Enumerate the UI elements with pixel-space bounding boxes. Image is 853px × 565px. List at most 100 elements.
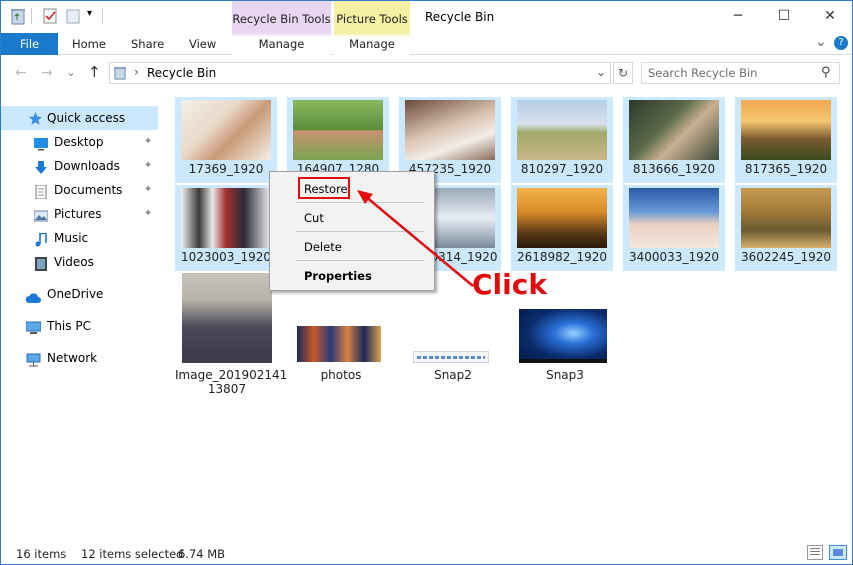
search-input[interactable]: Search Recycle Bin ⚲ [641, 62, 840, 84]
refresh-button[interactable]: ↻ [613, 62, 633, 84]
file-name: photos [320, 368, 362, 382]
breadcrumb-recycle-bin[interactable]: Recycle Bin [147, 66, 216, 80]
pictures-icon [33, 207, 49, 222]
nav-videos[interactable]: Videos [1, 250, 158, 274]
file-name: Snap3 [546, 368, 584, 382]
pin-icon: ✦ [144, 184, 153, 195]
tab-manage-recycle[interactable]: Manage [232, 33, 331, 55]
nav-label: Music [54, 231, 89, 245]
title-bar: ▾ Recycle Bin Tools Picture Tools Recycl… [1, 1, 852, 33]
click-annotation-label: Click [472, 268, 547, 301]
ribbon-tabs: File Home Share View Manage Manage ⌄ ? [1, 33, 852, 55]
selected-size: 6.74 MB [178, 547, 226, 561]
file-name: Snap2 [434, 368, 472, 382]
back-button[interactable]: ← [15, 65, 27, 81]
explorer-window: ▾ Recycle Bin Tools Picture Tools Recycl… [0, 0, 853, 565]
videos-icon [34, 255, 48, 271]
nav-onedrive[interactable]: OneDrive [1, 282, 158, 306]
nav-documents[interactable]: Documents ✦ [1, 178, 158, 202]
file-name: 3602245_1920 [741, 250, 831, 264]
download-icon [34, 159, 48, 174]
forward-button[interactable]: → [41, 65, 53, 81]
photo-thumbnail [293, 100, 383, 160]
navigation-pane: Quick access Desktop ✦ Downloads ✦ Docum… [1, 93, 161, 539]
nav-label: Quick access [47, 111, 126, 125]
cloud-icon [25, 288, 41, 303]
up-button[interactable]: ↑ [88, 63, 101, 81]
nav-music[interactable]: Music [1, 226, 158, 250]
maximize-button[interactable]: ☐ [761, 1, 807, 31]
file-name: 1023003_1920 [181, 250, 271, 264]
annotation-arrow [357, 190, 474, 287]
tab-home[interactable]: Home [72, 37, 106, 51]
file-tile-3602245[interactable]: 3602245_1920 [735, 185, 837, 271]
photo-thumbnail [181, 100, 271, 160]
nav-downloads[interactable]: Downloads ✦ [1, 154, 158, 178]
file-tile-17369[interactable]: 17369_1920 [175, 97, 277, 183]
file-tile-817365[interactable]: 817365_1920 [735, 97, 837, 183]
tab-manage-picture[interactable]: Manage [334, 33, 410, 55]
recycle-bin-tools-tab: Recycle Bin Tools [232, 1, 331, 33]
close-button[interactable]: ✕ [807, 1, 852, 31]
file-tile-810297[interactable]: 810297_1920 [511, 97, 613, 183]
photo-thumbnail [297, 326, 381, 362]
breadcrumb-separator: › [134, 65, 139, 79]
qat-dropdown-icon[interactable]: ▾ [87, 8, 92, 19]
file-name-line2: 13807 [207, 382, 247, 396]
collapse-ribbon-icon[interactable]: ⌄ [815, 34, 827, 50]
photo-thumbnail [629, 100, 719, 160]
recycle-bin-small-icon [113, 65, 127, 80]
file-name-line1: Image_201902141 [175, 368, 288, 382]
file-name: 17369_1920 [188, 162, 264, 176]
selected-count: 12 items selected [81, 547, 184, 561]
search-icon: ⚲ [821, 65, 831, 80]
nav-network[interactable]: Network [1, 346, 158, 370]
star-icon [28, 110, 42, 125]
address-bar[interactable]: › Recycle Bin ⌄ [109, 62, 611, 84]
file-name: 2618982_1920 [517, 250, 607, 264]
menu-item-delete[interactable]: Delete [304, 240, 342, 254]
new-folder-icon[interactable] [65, 7, 81, 25]
file-tile-1023003[interactable]: 1023003_1920 [175, 185, 277, 271]
recycle-bin-icon [10, 7, 26, 25]
nav-quick-access[interactable]: Quick access [1, 106, 158, 130]
pin-icon: ✦ [144, 136, 153, 147]
search-placeholder: Search Recycle Bin [648, 66, 758, 80]
desktop-icon [34, 135, 48, 151]
network-icon [26, 351, 41, 367]
details-view-icon[interactable] [807, 545, 823, 560]
screenshot-thumbnail [413, 351, 489, 363]
nav-label: Desktop [54, 135, 104, 149]
status-bar: 16 items 12 items selected 6.74 MB [1, 541, 852, 564]
nav-this-pc[interactable]: This PC [1, 314, 158, 338]
music-icon [34, 231, 48, 247]
menu-item-restore[interactable]: Restore [304, 182, 348, 196]
file-name: 813666_1920 [632, 162, 716, 176]
photo-thumbnail [181, 188, 271, 248]
tab-view[interactable]: View [189, 37, 216, 51]
file-name: 817365_1920 [744, 162, 828, 176]
nav-desktop[interactable]: Desktop ✦ [1, 130, 158, 154]
computer-icon [25, 319, 42, 334]
file-tile-2618982[interactable]: 2618982_1920 [511, 185, 613, 271]
file-tile-813666[interactable]: 813666_1920 [623, 97, 725, 183]
tab-share[interactable]: Share [131, 37, 164, 51]
file-tile-3400033[interactable]: 3400033_1920 [623, 185, 725, 271]
photo-thumbnail [182, 273, 272, 363]
photo-thumbnail [629, 188, 719, 248]
properties-icon[interactable] [42, 7, 58, 25]
address-dropdown-icon[interactable]: ⌄ [596, 65, 606, 79]
help-icon[interactable]: ? [834, 36, 848, 50]
menu-item-cut[interactable]: Cut [304, 211, 324, 225]
document-icon [34, 183, 48, 200]
nav-label: Downloads [54, 159, 120, 173]
nav-pictures[interactable]: Pictures ✦ [1, 202, 158, 226]
photo-thumbnail [741, 100, 831, 160]
recent-locations-icon[interactable]: ⌄ [66, 65, 76, 79]
minimize-button[interactable]: ─ [715, 1, 761, 31]
large-icons-view-icon[interactable] [829, 545, 847, 560]
window-title: Recycle Bin [425, 10, 495, 24]
photo-thumbnail [741, 188, 831, 248]
photo-thumbnail [517, 188, 607, 248]
tab-file[interactable]: File [1, 33, 58, 55]
